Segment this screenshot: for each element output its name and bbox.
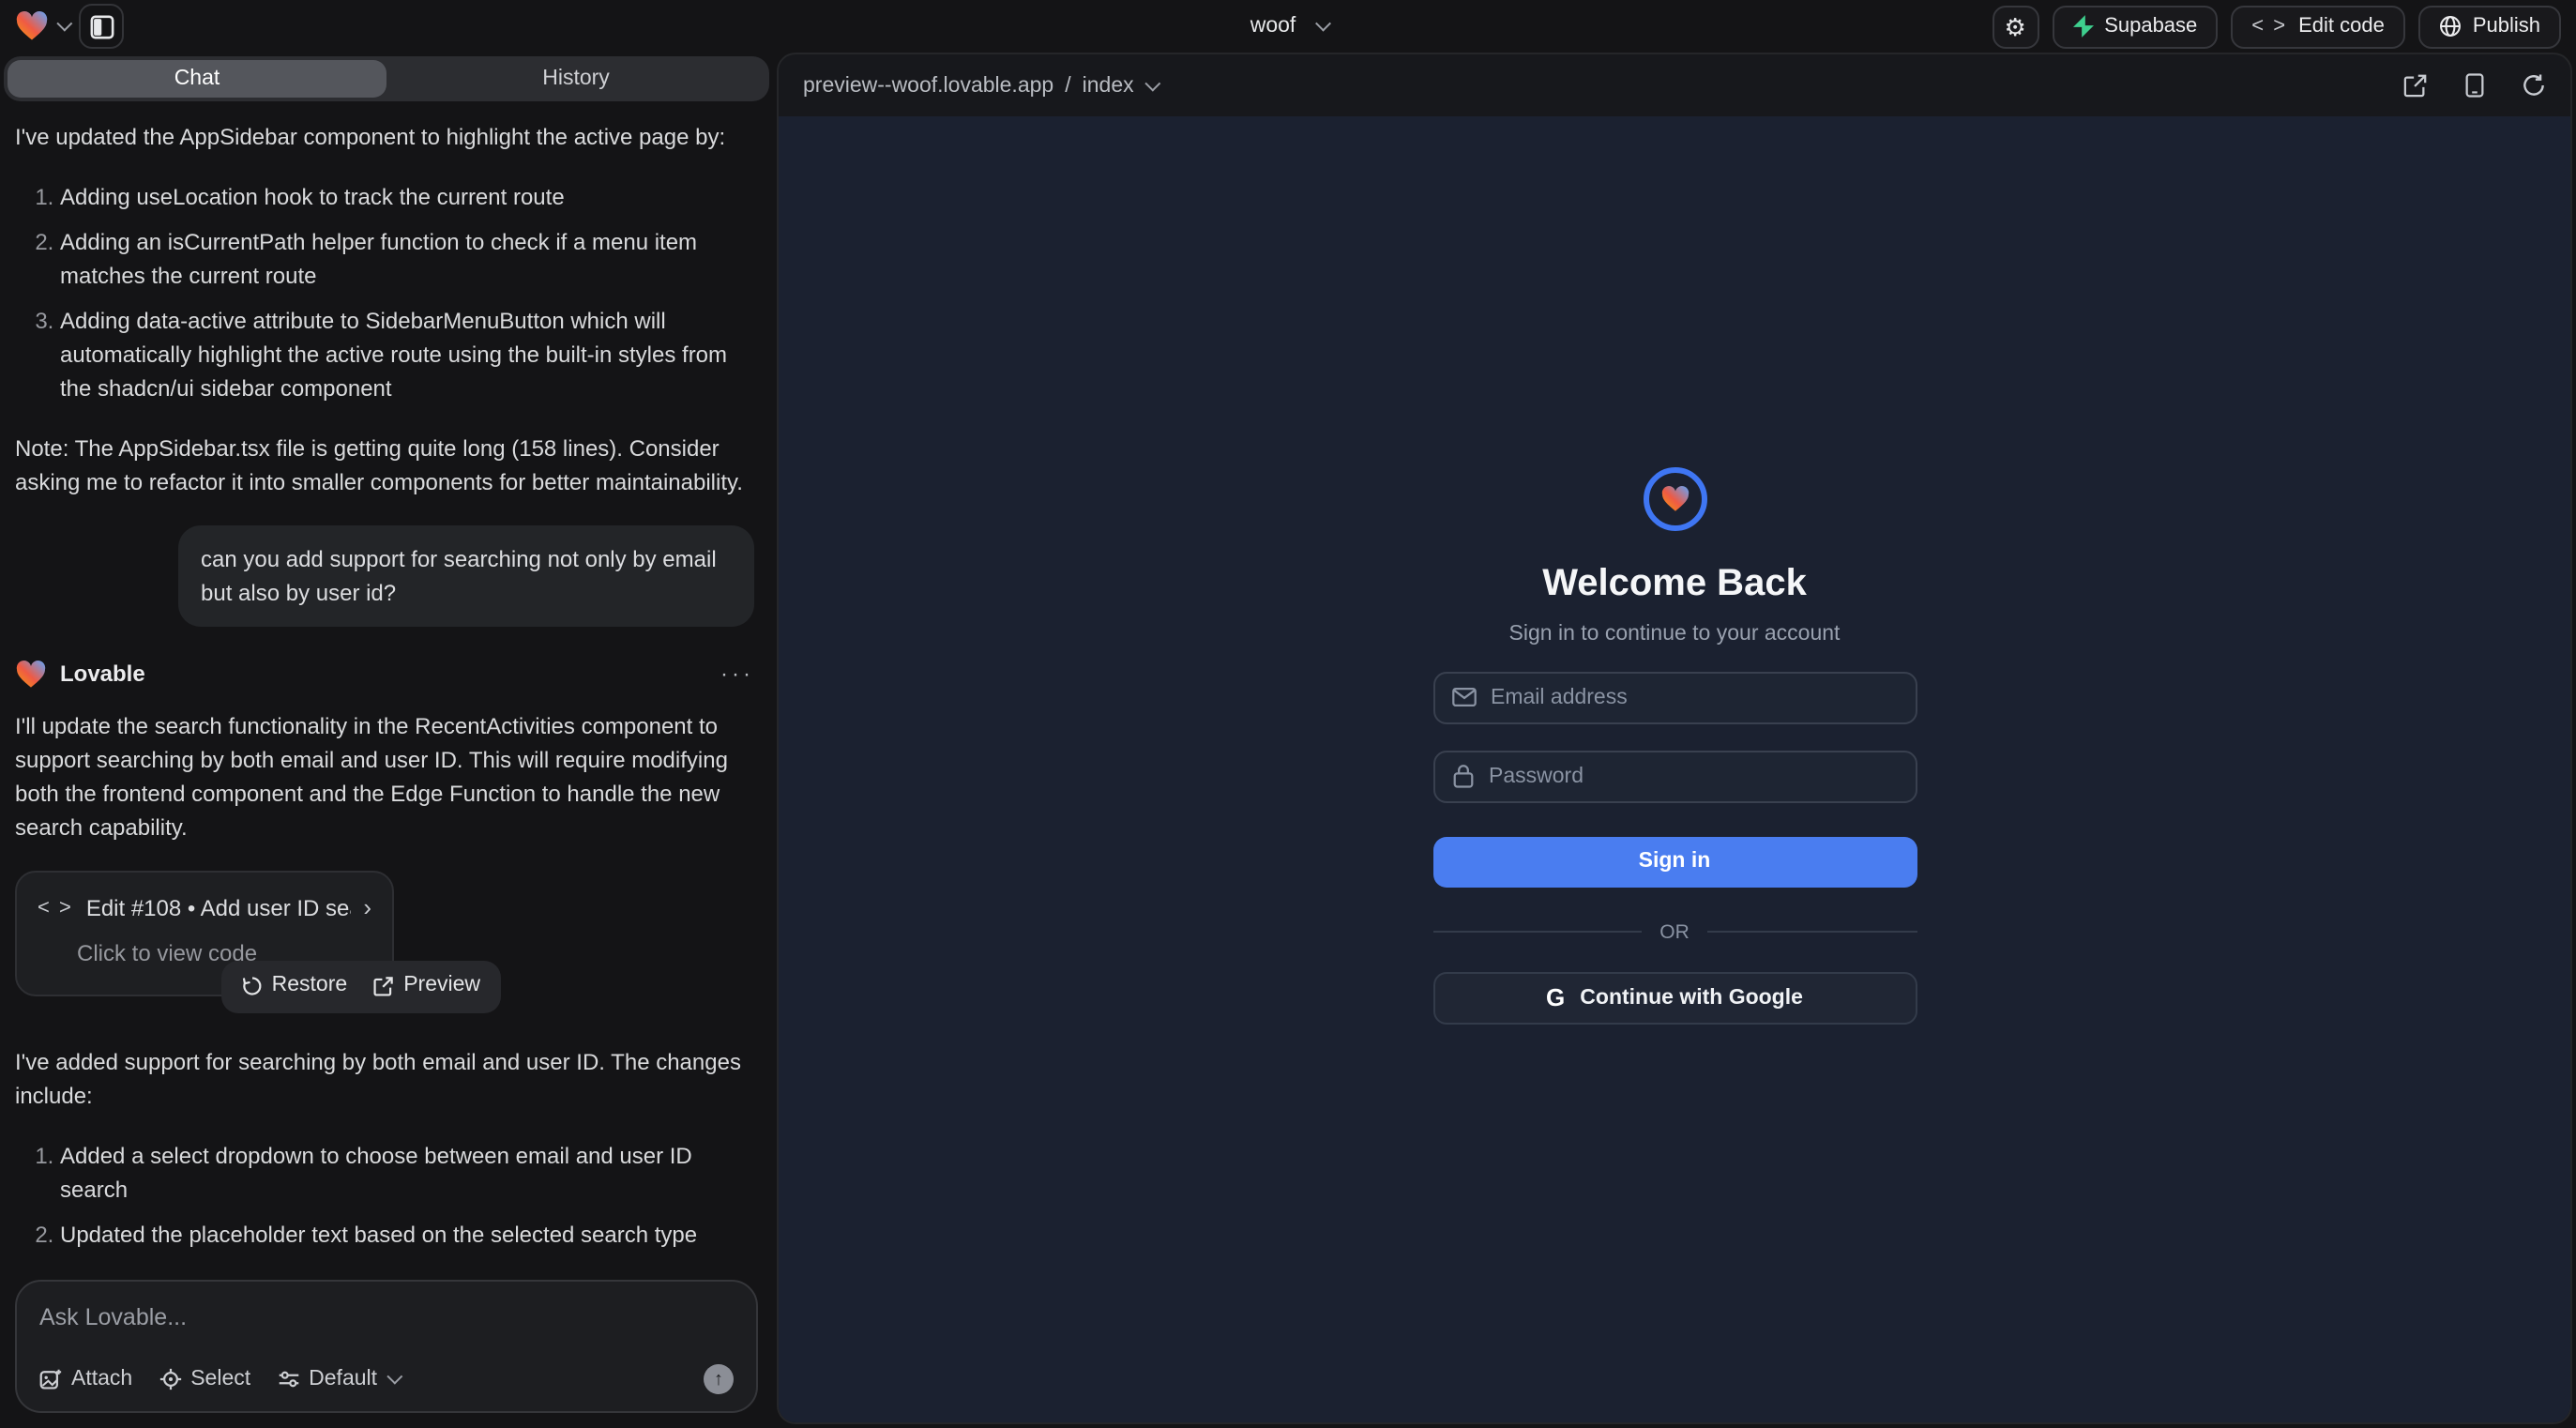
mode-dropdown[interactable]: Default bbox=[277, 1368, 398, 1390]
password-field-wrap bbox=[1432, 750, 1917, 802]
open-in-new-tab-icon[interactable] bbox=[2403, 73, 2428, 98]
settings-button[interactable]: ⚙ bbox=[1992, 5, 2038, 48]
chat-history-tabs: Chat History bbox=[4, 56, 769, 101]
lovable-heart-icon bbox=[15, 11, 49, 41]
preview-url-dropdown[interactable]: preview--woof.lovable.app / index bbox=[803, 74, 1157, 97]
select-label: Select bbox=[190, 1368, 250, 1390]
message-menu-button[interactable]: ··· bbox=[720, 657, 754, 691]
select-button[interactable]: Select bbox=[159, 1368, 250, 1390]
project-name: woof bbox=[1250, 15, 1296, 38]
sliders-icon bbox=[277, 1368, 299, 1390]
edit-version-card[interactable]: < > Edit #108 • Add user ID search supp.… bbox=[15, 871, 394, 995]
gear-icon: ⚙ bbox=[2005, 14, 2026, 38]
assistant-list: Adding useLocation hook to track the cur… bbox=[15, 180, 754, 405]
attach-image-icon bbox=[39, 1368, 62, 1390]
list-item: Adding useLocation hook to track the cur… bbox=[60, 180, 754, 214]
edit-code-button[interactable]: < > Edit code bbox=[2231, 5, 2405, 48]
external-link-icon bbox=[373, 977, 394, 997]
assistant-list: Added a select dropdown to choose betwee… bbox=[15, 1138, 754, 1265]
assistant-name: Lovable bbox=[60, 657, 145, 691]
mobile-view-icon[interactable] bbox=[2463, 73, 2486, 98]
globe-icon bbox=[2439, 15, 2462, 38]
lovable-logo-menu[interactable] bbox=[15, 11, 68, 41]
tab-history[interactable]: History bbox=[386, 60, 765, 98]
email-field-wrap bbox=[1432, 671, 1917, 723]
or-divider: OR bbox=[1432, 920, 1917, 943]
lock-icon bbox=[1451, 764, 1474, 788]
preview-page: index bbox=[1083, 74, 1134, 97]
project-switcher[interactable]: woof bbox=[1250, 0, 1326, 53]
code-icon: < > bbox=[2251, 15, 2287, 38]
assistant-message-text: I've added support for searching by both… bbox=[15, 1044, 754, 1112]
app-root: woof ⚙ Supabase < > Edit code bbox=[0, 0, 2576, 1428]
lovable-avatar-icon bbox=[15, 660, 47, 688]
chat-panel: Chat History I've updated the AppSidebar… bbox=[0, 53, 773, 1428]
supabase-label: Supabase bbox=[2104, 15, 2197, 38]
heart-logo-icon bbox=[1659, 485, 1690, 511]
page-subtitle: Sign in to continue to your account bbox=[1432, 622, 1917, 645]
restore-label: Restore bbox=[272, 971, 348, 1004]
list-item: Adding an isCurrentPath helper function … bbox=[60, 225, 754, 293]
edit-card-title: Edit #108 • Add user ID search supp... bbox=[86, 891, 351, 925]
assistant-message-text: I've updated the AppSidebar component to… bbox=[15, 120, 754, 154]
mode-label: Default bbox=[309, 1368, 377, 1390]
tab-chat[interactable]: Chat bbox=[8, 60, 386, 98]
restore-button[interactable]: Restore bbox=[242, 971, 348, 1004]
publish-label: Publish bbox=[2473, 15, 2540, 38]
list-item: Updated the placeholder text based on th… bbox=[60, 1217, 754, 1251]
panel-left-icon bbox=[89, 14, 114, 38]
chevron-down-icon bbox=[386, 1369, 402, 1385]
restore-icon bbox=[242, 977, 263, 997]
publish-button[interactable]: Publish bbox=[2418, 5, 2561, 48]
target-icon bbox=[159, 1368, 181, 1390]
chat-composer: Attach Select bbox=[15, 1280, 758, 1413]
preview-url: preview--woof.lovable.app bbox=[803, 74, 1053, 97]
refresh-icon[interactable] bbox=[2522, 73, 2546, 98]
chevron-down-icon bbox=[1315, 16, 1331, 32]
assistant-note: Note: The AppSidebar.tsx file is getting… bbox=[15, 432, 754, 499]
chat-input[interactable] bbox=[39, 1304, 734, 1330]
list-item: Modified the Edge Function to handle bot… bbox=[60, 1262, 754, 1265]
chevron-right-icon: › bbox=[363, 889, 371, 926]
edit-code-label: Edit code bbox=[2298, 15, 2385, 38]
attach-button[interactable]: Attach bbox=[39, 1368, 132, 1390]
list-item: Added a select dropdown to choose betwee… bbox=[60, 1138, 754, 1206]
app-logo bbox=[1643, 466, 1706, 530]
supabase-icon bbox=[2072, 15, 2093, 38]
send-button[interactable]: ↑ bbox=[704, 1364, 734, 1394]
supabase-button[interactable]: Supabase bbox=[2052, 5, 2218, 48]
attach-label: Attach bbox=[71, 1368, 132, 1390]
password-field[interactable] bbox=[1489, 765, 1898, 787]
preview-button[interactable]: Preview bbox=[373, 971, 480, 1004]
preview-header: preview--woof.lovable.app / index bbox=[779, 54, 2570, 116]
assistant-header: Lovable ··· bbox=[15, 657, 754, 691]
mail-icon bbox=[1451, 687, 1476, 707]
path-separator: / bbox=[1065, 74, 1070, 97]
toggle-sidebar-button[interactable] bbox=[79, 4, 124, 49]
preview-panel: preview--woof.lovable.app / index bbox=[777, 53, 2572, 1424]
code-icon: < > bbox=[38, 892, 73, 923]
assistant-message-text: I'll update the search functionality in … bbox=[15, 709, 754, 844]
google-label: Continue with Google bbox=[1580, 986, 1803, 1009]
top-bar: woof ⚙ Supabase < > Edit code bbox=[0, 0, 2576, 53]
google-signin-button[interactable]: G Continue with Google bbox=[1432, 971, 1917, 1024]
google-g-icon: G bbox=[1546, 983, 1565, 1011]
signin-card: Welcome Back Sign in to continue to your… bbox=[1432, 466, 1917, 1024]
version-actions: Restore Preview bbox=[221, 962, 501, 1013]
preview-label: Preview bbox=[403, 971, 480, 1004]
sign-in-button[interactable]: Sign in bbox=[1432, 836, 1917, 887]
user-message-bubble: can you add support for searching not on… bbox=[178, 525, 754, 627]
email-field[interactable] bbox=[1491, 686, 1898, 708]
chevron-down-icon bbox=[1145, 75, 1161, 91]
preview-iframe: Welcome Back Sign in to continue to your… bbox=[779, 116, 2570, 1422]
page-title: Welcome Back bbox=[1432, 562, 1917, 605]
chevron-down-icon bbox=[56, 16, 72, 32]
list-item: Adding data-active attribute to SidebarM… bbox=[60, 304, 754, 405]
chat-messages: I've updated the AppSidebar component to… bbox=[0, 101, 773, 1265]
